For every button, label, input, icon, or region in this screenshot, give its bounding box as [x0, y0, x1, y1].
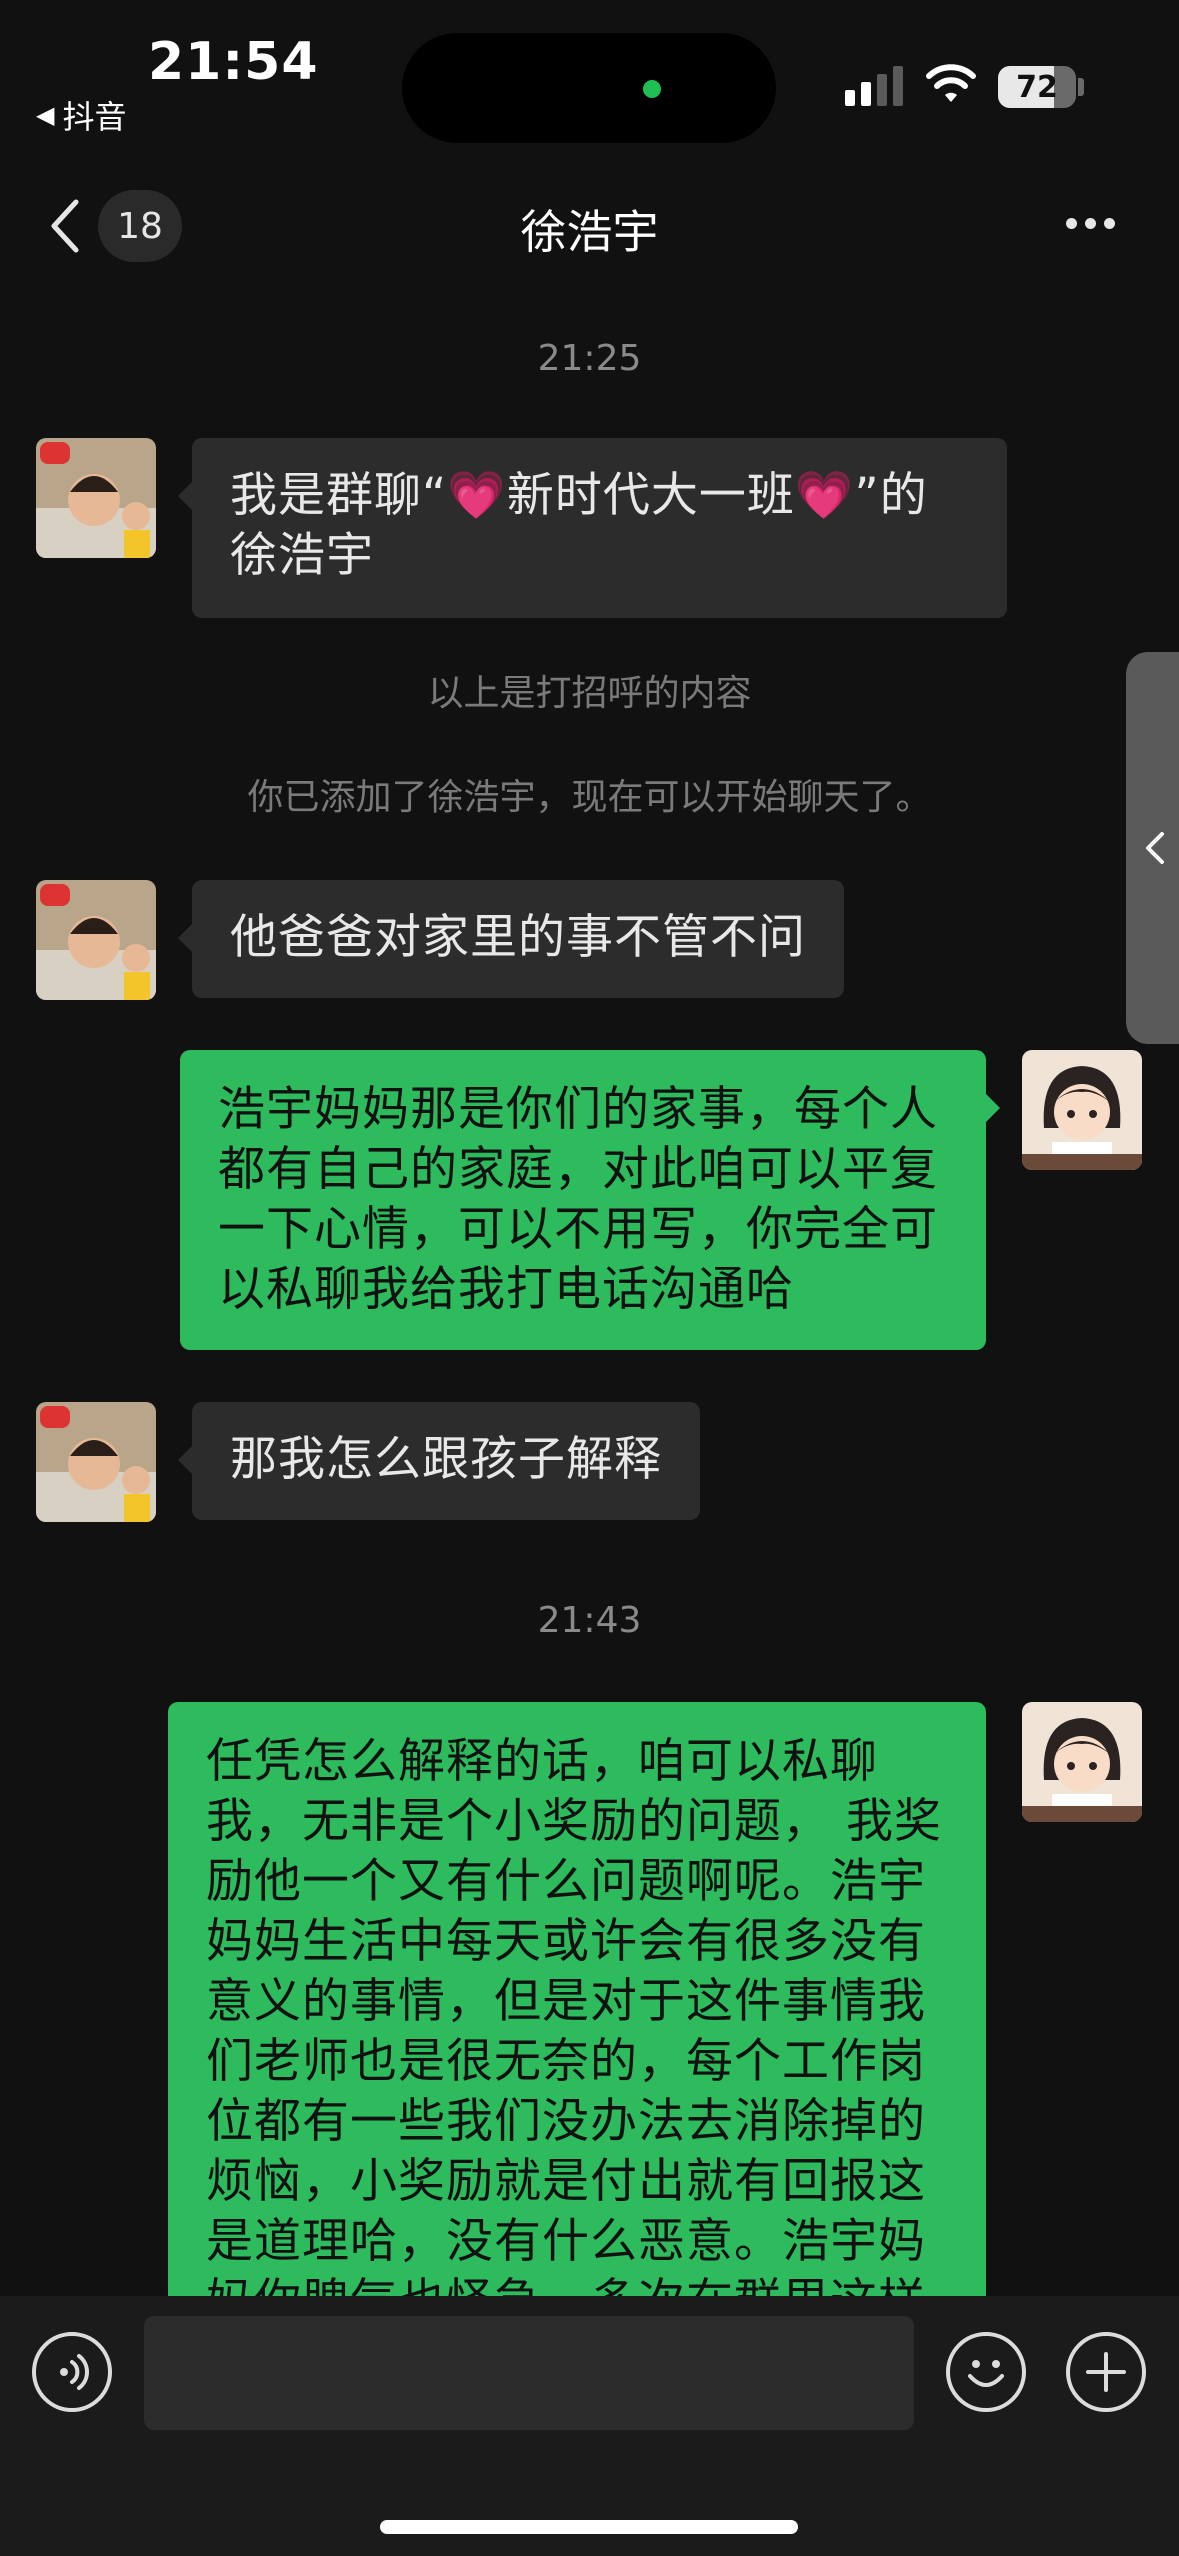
- message-bubble-outgoing[interactable]: 浩宇妈妈那是你们的家事，每个人都有自己的家庭，对此咱可以平复一下心情，可以不用写…: [180, 1050, 1000, 1350]
- status-time: 21:54: [148, 32, 319, 92]
- group-name-text: 新时代大一班: [506, 468, 795, 523]
- more-icon[interactable]: [1066, 218, 1115, 229]
- message-bubble-outgoing[interactable]: 任凭怎么解释的话，咱可以私聊我，无非是个小奖励的问题， 我奖励他一个又有什么问题…: [168, 1702, 986, 2342]
- message-input[interactable]: [144, 2316, 914, 2430]
- side-panel-handle[interactable]: [1126, 652, 1179, 1044]
- back-app-label: 抖音: [62, 98, 127, 136]
- voice-icon[interactable]: [32, 2332, 112, 2412]
- timestamp: 21:43: [537, 1600, 642, 1641]
- my-avatar[interactable]: [1022, 1050, 1142, 1170]
- battery-icon: 72: [998, 66, 1076, 108]
- message-bubble-incoming[interactable]: 那我怎么跟孩子解释: [178, 1402, 700, 1520]
- contact-avatar[interactable]: [36, 880, 156, 1000]
- message-text: 浩宇妈妈那是你们的家事，每个人都有自己的家庭，对此咱可以平复一下心情，可以不用写…: [218, 1082, 938, 1317]
- cellular-signal-icon: [845, 62, 903, 106]
- chevron-left-small-icon: [1146, 832, 1164, 864]
- home-indicator[interactable]: [380, 2520, 798, 2534]
- back-triangle-icon: ◀: [36, 101, 55, 129]
- dynamic-island: [402, 33, 776, 143]
- chat-title: 徐浩宇: [520, 205, 659, 259]
- back-to-app-link[interactable]: ◀ 抖音: [36, 92, 126, 138]
- emoji-icon[interactable]: [946, 2332, 1026, 2412]
- wifi-icon: [926, 64, 976, 102]
- heart-emoji-icon: 💗: [447, 468, 507, 523]
- message-text: 那我怎么跟孩子解释: [230, 1432, 662, 1487]
- message-text: 他爸爸对家里的事不管不问: [230, 910, 806, 965]
- timestamp: 21:25: [537, 338, 642, 379]
- contact-avatar[interactable]: [36, 438, 156, 558]
- battery-cap: [1078, 78, 1084, 96]
- my-avatar[interactable]: [1022, 1702, 1142, 1822]
- message-text: 任凭怎么解释的话，咱可以私聊我，无非是个小奖励的问题， 我奖励他一个又有什么问题…: [206, 1734, 942, 2329]
- plus-icon[interactable]: [1066, 2332, 1146, 2412]
- message-text: 我是群聊“: [230, 468, 448, 523]
- system-notice: 你已添加了徐浩宇，现在可以开始聊天了。: [247, 777, 932, 818]
- message-bubble-incoming[interactable]: 他爸爸对家里的事不管不问: [178, 880, 844, 998]
- heart-emoji-icon: 💗: [794, 468, 855, 523]
- camera-indicator-icon: [643, 80, 661, 98]
- message-bubble-incoming[interactable]: 我是群聊“💗新时代大一班💗”的徐浩宇: [178, 438, 1007, 618]
- system-notice: 以上是打招呼的内容: [427, 673, 752, 714]
- contact-avatar[interactable]: [36, 1402, 156, 1522]
- battery-level: 72: [1016, 69, 1058, 105]
